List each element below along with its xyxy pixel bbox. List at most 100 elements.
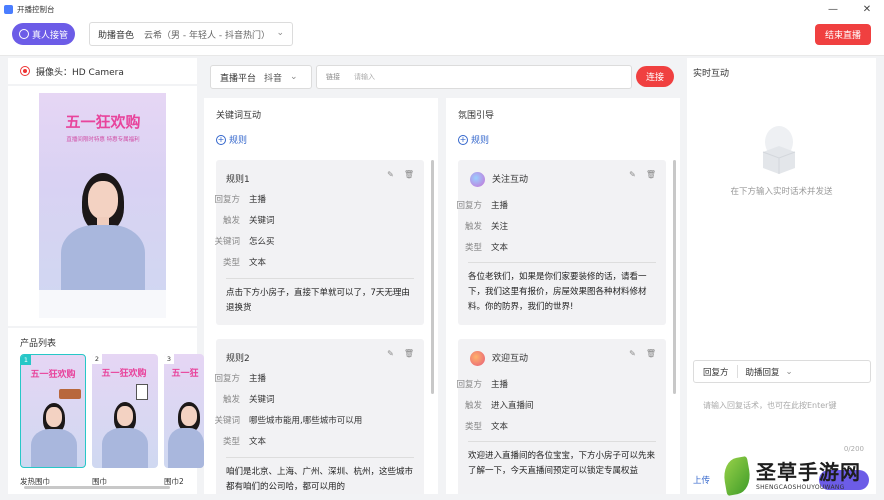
presenter-image <box>39 93 166 318</box>
record-icon[interactable] <box>20 66 30 76</box>
field-key: 类型 <box>222 258 240 268</box>
field-value: 哪些城市能用,哪些城市可以用 <box>249 416 363 426</box>
product-thumb[interactable]: 3 五一狂 <box>164 354 204 468</box>
watermark-subtext: SHENGCAOSHOUYOUWANG <box>756 484 845 491</box>
rule-name: 欢迎互动 <box>492 354 529 364</box>
field-key: 触发 <box>222 216 240 226</box>
chevron-down-icon: ⌄ <box>785 366 793 377</box>
horizontal-scrollbar[interactable] <box>24 486 170 489</box>
sparkle-icon <box>470 172 485 187</box>
keyword-panel-title: 关键词互动 <box>216 111 262 121</box>
reply-label: 回复方 <box>703 367 729 378</box>
camera-preview: 五一狂欢购 直播间限时特惠 特惠专属福利 <box>39 93 166 318</box>
edit-icon[interactable]: ✎ <box>629 170 636 179</box>
divider <box>468 262 656 263</box>
user-icon <box>18 29 29 39</box>
window-title: 开播控制台 <box>17 4 55 14</box>
end-live-button[interactable]: 结束直播 <box>815 24 871 45</box>
connect-button[interactable]: 连接 <box>636 66 674 87</box>
add-rule-button[interactable]: + 规则 <box>216 133 247 146</box>
edit-icon[interactable]: ✎ <box>387 170 394 179</box>
add-rule-button[interactable]: + 规则 <box>458 133 489 146</box>
field-value: 关键词 <box>249 216 275 226</box>
platform-value: 抖音 <box>264 73 283 84</box>
rule-card: 欢迎互动 ✎ 🗑 回复方 主播 触发 进入直播间 类型 文本 欢迎进入直播间的各位宝宝… <box>456 339 666 494</box>
edit-icon[interactable]: ✎ <box>387 349 394 358</box>
rule-card: 规则2 ✎ 🗑 回复方 主播 触发 关键词 关键词 哪些城市能用,哪些城市可以用 类型… <box>214 339 424 494</box>
product-thumb[interactable]: 2 五一狂欢购 <box>92 354 158 468</box>
divider <box>226 278 414 279</box>
camera-preview-panel: 五一狂欢购 直播间限时特惠 特惠专属福利 <box>8 86 197 326</box>
rule-actions: ✎ 🗑 <box>629 349 656 358</box>
close-button[interactable]: ✕ <box>850 0 884 18</box>
product-thumb[interactable]: 1 五一狂欢购 <box>20 354 86 468</box>
field-value: 文本 <box>249 258 267 268</box>
add-rule-label: 规则 <box>229 136 248 146</box>
keyword-interaction-panel: 关键词互动 + 规则 规则1 ✎ 🗑 回复方 主播 触发 关键词 关键词 怎么买 类型… <box>204 98 438 494</box>
leaf-icon <box>721 456 753 496</box>
watermark-text: 圣草手游网 <box>756 460 861 484</box>
chevron-down-icon: ⌄ <box>290 72 298 82</box>
heart-icon <box>470 351 485 366</box>
product-index: 3 <box>164 354 174 364</box>
field-value: 进入直播间 <box>491 401 534 411</box>
delete-icon[interactable]: 🗑 <box>404 349 414 358</box>
field-key: 触发 <box>464 401 482 411</box>
field-value: 文本 <box>491 243 509 253</box>
rule-reply-text: 咱们是北京、上海、广州、深圳、杭州，这些城市都有咱们的公司哈，都可以用的 <box>226 467 414 492</box>
delete-icon[interactable]: 🗑 <box>404 170 414 179</box>
rule-reply-text: 欢迎进入直播间的各位宝宝，下方小房子可以先来了解一下，今天直播间预定可以锁定专属… <box>468 451 656 476</box>
divider <box>468 441 656 442</box>
reply-side-select[interactable]: 回复方 助播回复 ⌄ <box>693 360 871 383</box>
realtime-title: 实时互动 <box>693 69 730 79</box>
add-rule-label: 规则 <box>471 136 490 146</box>
field-key: 关键词 <box>214 416 240 426</box>
camera-header: 摄像头：HD Camera <box>8 58 197 84</box>
field-key: 回复方 <box>214 374 240 384</box>
rule-name: 规则2 <box>226 354 250 364</box>
reply-value: 助播回复 <box>745 367 780 378</box>
platform-select[interactable]: 直播平台 抖音 ⌄ <box>210 65 312 89</box>
voice-select[interactable]: 助播音色 云希（男 - 年轻人 - 抖音热门） ⌄ <box>89 22 293 46</box>
minimize-button[interactable]: — <box>816 0 850 18</box>
plus-icon: + <box>458 134 468 145</box>
link-input[interactable]: 链接 请输入 <box>316 65 632 89</box>
field-value: 文本 <box>491 422 509 432</box>
field-key: 回复方 <box>456 380 482 390</box>
field-key: 类型 <box>464 422 482 432</box>
vertical-scrollbar[interactable] <box>673 160 676 394</box>
field-value: 关键词 <box>249 395 275 405</box>
product-list-title: 产品列表 <box>20 339 57 349</box>
field-value: 主播 <box>249 195 267 205</box>
empty-box-icon <box>762 126 796 174</box>
field-value: 主播 <box>491 380 509 390</box>
product-banner: 五一狂 <box>171 369 199 379</box>
delete-icon[interactable]: 🗑 <box>646 349 656 358</box>
link-placeholder: 请输入 <box>354 73 375 81</box>
edit-icon[interactable]: ✎ <box>629 349 636 358</box>
rule-card: 规则1 ✎ 🗑 回复方 主播 触发 关键词 关键词 怎么买 类型 文本 点击下方小房子，… <box>214 160 424 325</box>
field-key: 关键词 <box>214 237 240 247</box>
product-index: 2 <box>92 354 102 364</box>
watermark-logo: 圣草手游网 SHENGCAOSHOUYOUWANG <box>718 452 884 500</box>
divider <box>226 457 414 458</box>
atmosphere-panel-title: 氛围引导 <box>458 111 495 121</box>
upload-link[interactable]: 上传 <box>693 474 710 486</box>
realtime-input[interactable]: 请输入回复话术，也可在此按Enter键 <box>703 400 836 411</box>
product-banner: 五一狂欢购 <box>30 370 76 380</box>
title-bar: 开播控制台 — ✕ <box>0 0 884 18</box>
field-key: 触发 <box>222 395 240 405</box>
rule-actions: ✎ 🗑 <box>629 170 656 179</box>
header-bar: 真人接管 助播音色 云希（男 - 年轻人 - 抖音热门） ⌄ 结束直播 <box>0 18 884 56</box>
plus-icon: + <box>216 134 226 145</box>
live-takeover-button[interactable]: 真人接管 <box>12 23 75 45</box>
product-banner: 五一狂欢购 <box>101 369 147 379</box>
field-key: 回复方 <box>214 195 240 205</box>
field-key: 触发 <box>464 222 482 232</box>
field-value: 文本 <box>249 437 267 447</box>
rule-name: 规则1 <box>226 175 250 185</box>
delete-icon[interactable]: 🗑 <box>646 170 656 179</box>
voice-value: 云希（男 - 年轻人 - 抖音热门） <box>144 30 270 41</box>
field-key: 回复方 <box>456 201 482 211</box>
vertical-scrollbar[interactable] <box>431 160 434 394</box>
